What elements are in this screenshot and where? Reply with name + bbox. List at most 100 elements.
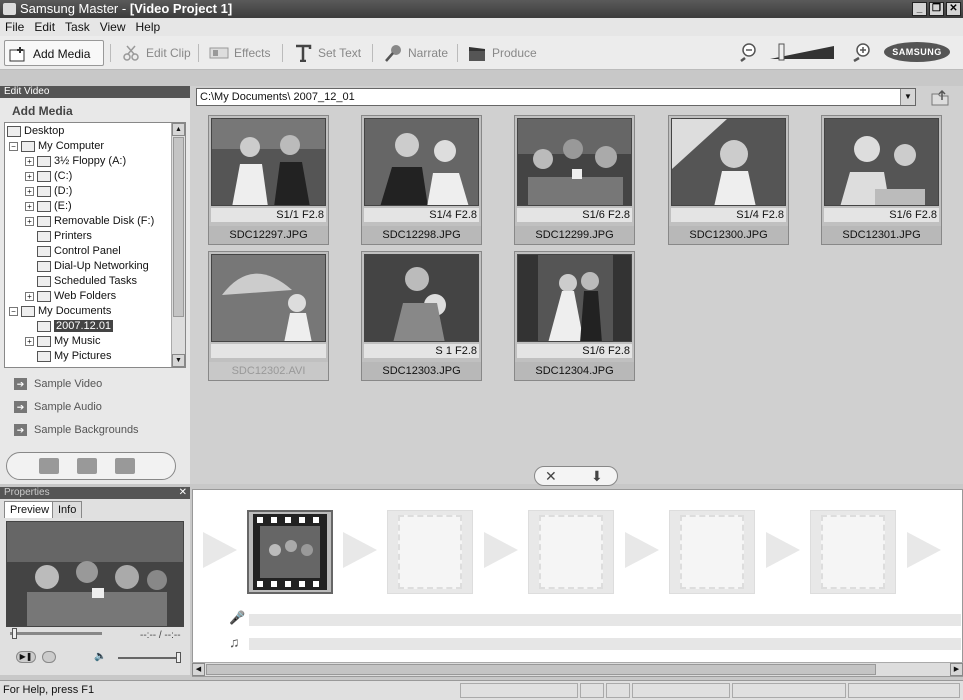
tree-item-control-panel[interactable]: Control Panel (37, 244, 121, 259)
preview-seek-thumb[interactable] (12, 628, 17, 639)
text-icon (296, 44, 312, 62)
restore-button[interactable]: ❐ (929, 2, 944, 16)
clip-view-icon[interactable] (115, 458, 135, 474)
tree-item-removable-disk[interactable]: + Removable Disk (F:) (25, 214, 154, 229)
tree-item-desktop[interactable]: Desktop (7, 124, 64, 139)
tree-item-web-folders[interactable]: + Web Folders (25, 289, 116, 304)
zoom-out-icon[interactable] (738, 42, 758, 62)
transition-arrow[interactable] (625, 532, 659, 568)
media-thumbnail[interactable]: S 1 F2.8 SDC12303.JPG (361, 251, 482, 381)
tree-item-my-music[interactable]: + My Music (25, 334, 100, 349)
media-thumbnail[interactable]: SDC12302.AVI (208, 251, 329, 381)
menu-edit[interactable]: Edit (29, 18, 60, 36)
folder-tree[interactable]: Desktop − My Computer +3½ Floppy (A:) + (C… (4, 122, 186, 368)
tree-scrollbar[interactable]: ▲ ▼ (171, 123, 185, 367)
media-thumbnail[interactable]: S1/4 F2.8 SDC12300.JPG (668, 115, 789, 245)
media-thumbnail[interactable]: S1/6 F2.8 SDC12299.JPG (514, 115, 635, 245)
storyboard-empty-slot[interactable] (810, 510, 896, 594)
effects-button[interactable]: Effects (206, 40, 276, 66)
expand-icon[interactable]: + (25, 201, 34, 211)
minimize-button[interactable]: _ (912, 2, 927, 16)
expand-icon[interactable]: + (25, 171, 34, 181)
storyboard-empty-slot[interactable] (669, 510, 755, 594)
scroll-right-button[interactable]: ▶ (950, 663, 963, 676)
sample-backgrounds-link[interactable]: ➔ Sample Backgrounds (14, 422, 139, 438)
file-name: SDC12297.JPG (209, 226, 328, 244)
menu-task[interactable]: Task (60, 18, 95, 36)
media-thumbnail[interactable]: S1/4 F2.8 SDC12298.JPG (361, 115, 482, 245)
path-combo[interactable]: C:\My Documents\ 2007_12_01 ▼ (196, 88, 916, 106)
add-media-button[interactable]: Add Media (4, 40, 104, 66)
transition-arrow[interactable] (766, 532, 800, 568)
zoom-slider[interactable] (770, 42, 834, 62)
storyboard-scrollbar[interactable]: ◀ ▶ (192, 662, 963, 676)
chevron-down-icon[interactable]: ▼ (900, 89, 915, 105)
collapse-icon[interactable]: − (9, 141, 18, 151)
narrate-button[interactable]: Narrate (380, 40, 450, 66)
set-text-button[interactable]: Set Text (290, 40, 364, 66)
status-cell (632, 683, 730, 698)
storyboard-scroll-thumb[interactable] (206, 664, 876, 675)
narration-track[interactable] (249, 614, 961, 626)
menu-help[interactable]: Help (131, 18, 166, 36)
media-view-icon[interactable] (77, 458, 97, 474)
set-text-label: Set Text (318, 46, 362, 60)
close-button[interactable]: ✕ (946, 2, 961, 16)
scroll-up-button[interactable]: ▲ (172, 123, 185, 136)
media-thumbnail[interactable]: S1/6 F2.8 SDC12301.JPG (821, 115, 942, 245)
expand-icon[interactable]: + (25, 216, 34, 226)
stop-button[interactable] (42, 651, 56, 663)
scroll-down-button[interactable]: ▼ (172, 354, 185, 367)
tree-item-2007-12-01[interactable]: 2007.12.01 (37, 319, 114, 334)
expand-icon[interactable]: + (25, 291, 34, 301)
list-view-icon[interactable] (39, 458, 59, 474)
add-to-storyboard-icon[interactable]: ⬇ (591, 468, 603, 485)
tree-item-my-documents[interactable]: − My Documents (9, 304, 111, 319)
media-thumbnail[interactable]: S1/1 F2.8 SDC12297.JPG (208, 115, 329, 245)
produce-button[interactable]: Produce (464, 40, 538, 66)
scroll-left-button[interactable]: ◀ (192, 663, 205, 676)
collapse-icon[interactable]: − (9, 306, 18, 316)
music-track[interactable] (249, 638, 961, 650)
media-thumbnail[interactable]: S1/6 F2.8 SDC12304.JPG (514, 251, 635, 381)
zoom-in-icon[interactable] (850, 42, 872, 62)
expand-icon[interactable]: + (25, 336, 34, 346)
tree-item-floppy[interactable]: +3½ Floppy (A:) (25, 154, 126, 169)
up-folder-icon[interactable] (930, 88, 950, 106)
tree-item-drive-c[interactable]: + (C:) (25, 169, 72, 184)
tab-info[interactable]: Info (52, 501, 83, 518)
remove-icon[interactable]: ✕ (545, 468, 557, 485)
menu-file[interactable]: File (0, 18, 29, 36)
close-icon[interactable]: ✕ (179, 487, 187, 499)
tab-preview[interactable]: Preview (4, 501, 56, 518)
toolbar-separator (282, 44, 283, 62)
expand-icon[interactable]: + (25, 156, 34, 166)
storyboard-clip[interactable] (247, 510, 333, 594)
tree-item-scheduled-tasks[interactable]: Scheduled Tasks (37, 274, 137, 289)
storyboard-empty-slot[interactable] (387, 510, 473, 594)
storyboard-empty-slot[interactable] (528, 510, 614, 594)
tree-item-printers[interactable]: Printers (37, 229, 92, 244)
app-name: Samsung Master - (20, 1, 130, 16)
transition-arrow[interactable] (203, 532, 237, 568)
transition-arrow[interactable] (343, 532, 377, 568)
tree-item-drive-e[interactable]: + (E:) (25, 199, 72, 214)
expand-icon[interactable]: + (25, 186, 34, 196)
transition-arrow[interactable] (484, 532, 518, 568)
volume-icon[interactable]: 🔈 (94, 651, 106, 662)
edit-clip-button[interactable]: Edit Clip (118, 40, 194, 66)
tree-item-my-pictures[interactable]: My Pictures (37, 349, 111, 364)
tree-item-my-computer[interactable]: − My Computer (9, 139, 104, 154)
sample-audio-link[interactable]: ➔ Sample Audio (14, 399, 102, 415)
tree-item-dialup[interactable]: Dial-Up Networking (37, 259, 149, 274)
play-pause-button[interactable]: ▶❚ (16, 651, 36, 663)
tree-scroll-thumb[interactable] (173, 137, 184, 317)
transition-arrow[interactable] (907, 532, 941, 568)
volume-slider[interactable] (118, 657, 180, 659)
menu-view[interactable]: View (95, 18, 131, 36)
tree-item-drive-d[interactable]: + (D:) (25, 184, 72, 199)
sample-video-link[interactable]: ➔ Sample Video (14, 376, 102, 392)
volume-thumb[interactable] (176, 652, 181, 663)
photo-thumbnail (671, 118, 786, 206)
preview-seek-bar[interactable] (10, 632, 102, 635)
